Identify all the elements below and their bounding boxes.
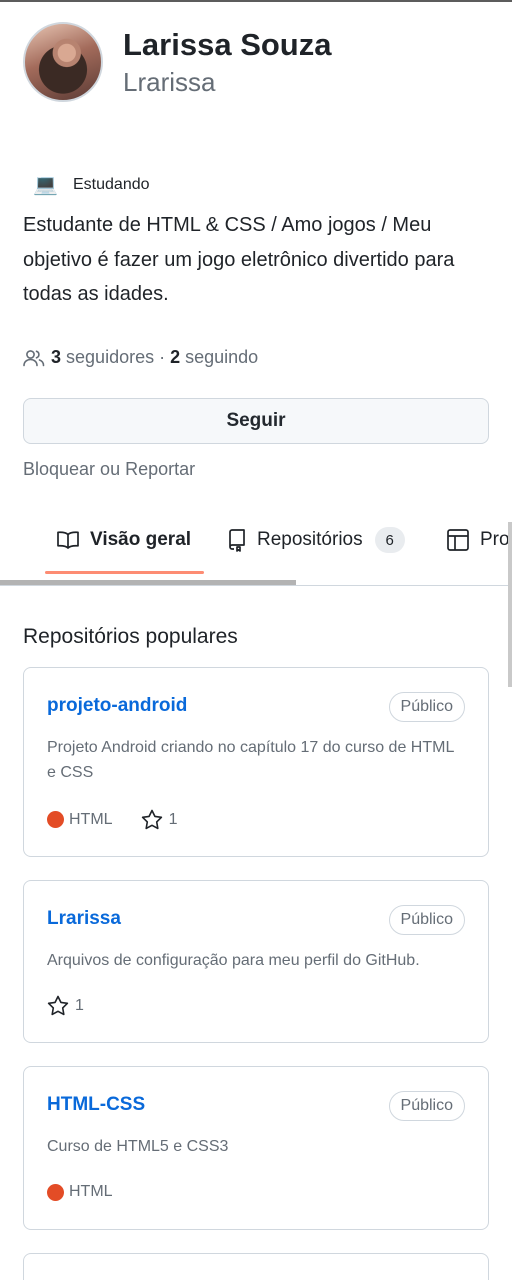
tab-projects[interactable]: Projetos — [446, 516, 512, 564]
profile-header: Larissa Souza Lrarissa — [23, 22, 331, 102]
status-text: Estudando — [73, 175, 150, 193]
followers-count: 3 — [51, 347, 62, 367]
user-status[interactable]: 💻 Estudando — [33, 172, 150, 197]
star-icon — [47, 995, 69, 1016]
full-name: Larissa Souza — [123, 27, 332, 62]
tab-overview-label: Visão geral — [90, 529, 192, 550]
people-icon — [23, 349, 45, 366]
stats-separator: · — [159, 347, 166, 367]
following-link[interactable]: 2 seguindo — [170, 347, 258, 368]
star-icon — [141, 809, 162, 830]
bio: Estudante de HTML & CSS / Amo jogos / Me… — [23, 214, 455, 305]
following-label: seguindo — [185, 347, 259, 367]
table-icon — [447, 529, 469, 551]
repo-icon — [229, 529, 245, 552]
stars-count: 1 — [75, 996, 84, 1014]
repo-meta: HTML — [47, 1183, 113, 1201]
followers-label: seguidores — [66, 347, 155, 367]
following-count: 2 — [170, 347, 181, 367]
visibility-badge: Público — [388, 905, 465, 935]
repo-card: Lrarissa Público Arquivos de configuraçã… — [23, 880, 489, 1043]
repo-card-partial — [23, 1253, 489, 1280]
laptop-icon: 💻 — [33, 174, 58, 196]
follow-stats: 3 seguidores · 2 seguindo — [23, 347, 258, 368]
tab-overview[interactable]: Visão geral — [56, 516, 191, 564]
repositories-counter: 6 — [374, 527, 405, 553]
visibility-badge: Público — [388, 1091, 465, 1121]
language-color-dot — [47, 1183, 64, 1201]
stars-link[interactable]: 1 — [47, 995, 84, 1016]
block-report-link[interactable]: Bloquear ou Reportar — [23, 459, 195, 480]
popular-repos-title: Repositórios populares — [23, 625, 238, 648]
repo-description: Projeto Android criando no capítulo 17 d… — [47, 739, 454, 781]
follow-button[interactable]: Seguir — [23, 398, 489, 444]
language-color-dot — [47, 811, 64, 828]
repo-meta: HTML 1 — [47, 809, 177, 830]
stars-count: 1 — [168, 810, 178, 828]
visibility-badge: Público — [388, 692, 465, 722]
profile-tabs: Visão geral Repositórios 6 Projetos — [0, 516, 512, 586]
repo-card: HTML-CSS Público Curso de HTML5 e CSS3 H… — [23, 1066, 489, 1230]
repo-description: Arquivos de configuração para meu perfil… — [47, 952, 420, 969]
tabs-divider — [0, 585, 512, 586]
active-tab-indicator — [45, 571, 204, 574]
repo-name-link[interactable]: HTML-CSS — [47, 1094, 145, 1116]
page-scrollbar[interactable] — [508, 522, 512, 687]
tab-repositories-label: Repositórios — [257, 529, 363, 550]
repo-description: Curso de HTML5 e CSS3 — [47, 1138, 229, 1155]
repo-card: projeto-android Público Projeto Android … — [23, 667, 489, 857]
top-border — [0, 0, 512, 2]
stars-link[interactable]: 1 — [141, 809, 178, 830]
repo-meta: 1 — [47, 995, 84, 1016]
book-icon — [57, 531, 79, 549]
followers-link[interactable]: 3 seguidores — [51, 347, 154, 368]
username: Lrarissa — [123, 67, 216, 97]
repo-language: HTML — [69, 810, 113, 828]
tab-repositories[interactable]: Repositórios 6 — [227, 516, 405, 564]
repo-name-link[interactable]: projeto-android — [47, 695, 187, 717]
repo-name-link[interactable]: Lrarissa — [47, 908, 121, 930]
profile-names: Larissa Souza Lrarissa — [123, 25, 331, 99]
repo-language: HTML — [69, 1183, 113, 1200]
avatar[interactable] — [23, 22, 103, 102]
